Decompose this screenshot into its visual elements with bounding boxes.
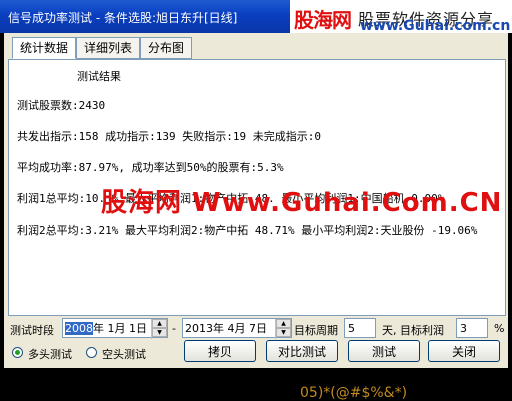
close-button[interactable]: 关闭 bbox=[428, 340, 500, 362]
profit2-text: 利润2总平均:3.21% 最大平均利润2:物产中拓 48.71% 最小平均利润2… bbox=[17, 224, 478, 237]
compare-test-button[interactable]: 对比测试 bbox=[266, 340, 338, 362]
title-bar[interactable]: 信号成功率测试 - 条件选股:旭日东升[日线] 股海网 股票软件资源分享 www… bbox=[0, 0, 512, 34]
copy-button[interactable]: 拷贝 bbox=[184, 340, 256, 362]
watermark-text: 股海网 Www.Guhai.Com.CN bbox=[101, 188, 503, 218]
long-test-radio[interactable] bbox=[12, 347, 23, 358]
target-profit-input[interactable]: 3 bbox=[456, 318, 488, 338]
long-test-label[interactable]: 多头测试 bbox=[28, 346, 72, 362]
date-dash: - bbox=[172, 322, 176, 335]
success-rate-text: 平均成功率:87.97%, 成功率达到50%的股票有:5.3% bbox=[17, 161, 284, 174]
brand-name: 股海网 bbox=[294, 8, 352, 32]
tab-detail-list[interactable]: 详细列表 bbox=[76, 37, 140, 59]
target-period-input[interactable]: 5 bbox=[344, 318, 376, 338]
results-heading: 测试结果 bbox=[77, 70, 121, 83]
dialog-body: 统计数据 详细列表 分布图 测试结果 测试股票数:2430 共发出指示:158 … bbox=[4, 33, 508, 368]
period-label: 测试时段 bbox=[10, 324, 54, 337]
brand-url: www.Guhai.com.cn bbox=[360, 18, 511, 34]
spin-down-icon[interactable]: ▼ bbox=[276, 328, 291, 337]
target-profit-label: 天, 目标利润 bbox=[382, 324, 444, 337]
background-strip bbox=[0, 368, 512, 397]
results-panel: 测试结果 测试股票数:2430 共发出指示:158 成功指示:139 失败指示:… bbox=[8, 59, 506, 316]
start-year: 2008 bbox=[65, 322, 93, 335]
start-date-picker[interactable]: 2008年 1月 1日 ▲ ▼ bbox=[62, 318, 168, 339]
total-stocks-text: 测试股票数:2430 bbox=[17, 99, 106, 112]
short-test-label[interactable]: 空头测试 bbox=[102, 346, 146, 362]
signals-text: 共发出指示:158 成功指示:139 失败指示:19 未完成指示:0 bbox=[17, 130, 321, 143]
start-date-rest: 年 1月 1日 bbox=[93, 322, 147, 335]
start-date-spinner[interactable]: ▲ ▼ bbox=[151, 319, 167, 339]
spin-up-icon[interactable]: ▲ bbox=[152, 319, 167, 328]
end-date-picker[interactable]: 2013年 4月 7日 ▲ ▼ bbox=[182, 318, 292, 339]
end-date-value: 2013年 4月 7日 bbox=[185, 322, 267, 335]
end-date-spinner[interactable]: ▲ ▼ bbox=[275, 319, 291, 339]
tab-distribution[interactable]: 分布图 bbox=[140, 37, 192, 59]
brand-banner: 股海网 股票软件资源分享 www.Guhai.com.cn bbox=[290, 0, 512, 34]
short-test-radio[interactable] bbox=[86, 347, 97, 358]
tab-stats[interactable]: 统计数据 bbox=[12, 37, 76, 59]
spin-down-icon[interactable]: ▼ bbox=[152, 328, 167, 337]
background-fragment: 05)*(@#$%&*) bbox=[300, 385, 408, 401]
dialog-window: 信号成功率测试 - 条件选股:旭日东升[日线] 股海网 股票软件资源分享 www… bbox=[0, 0, 512, 401]
spin-up-icon[interactable]: ▲ bbox=[276, 319, 291, 328]
window-title: 信号成功率测试 - 条件选股:旭日东升[日线] bbox=[8, 11, 238, 25]
test-button[interactable]: 测试 bbox=[348, 340, 420, 362]
target-period-label: 目标周期 bbox=[294, 324, 338, 337]
percent-sign: % bbox=[494, 322, 505, 335]
